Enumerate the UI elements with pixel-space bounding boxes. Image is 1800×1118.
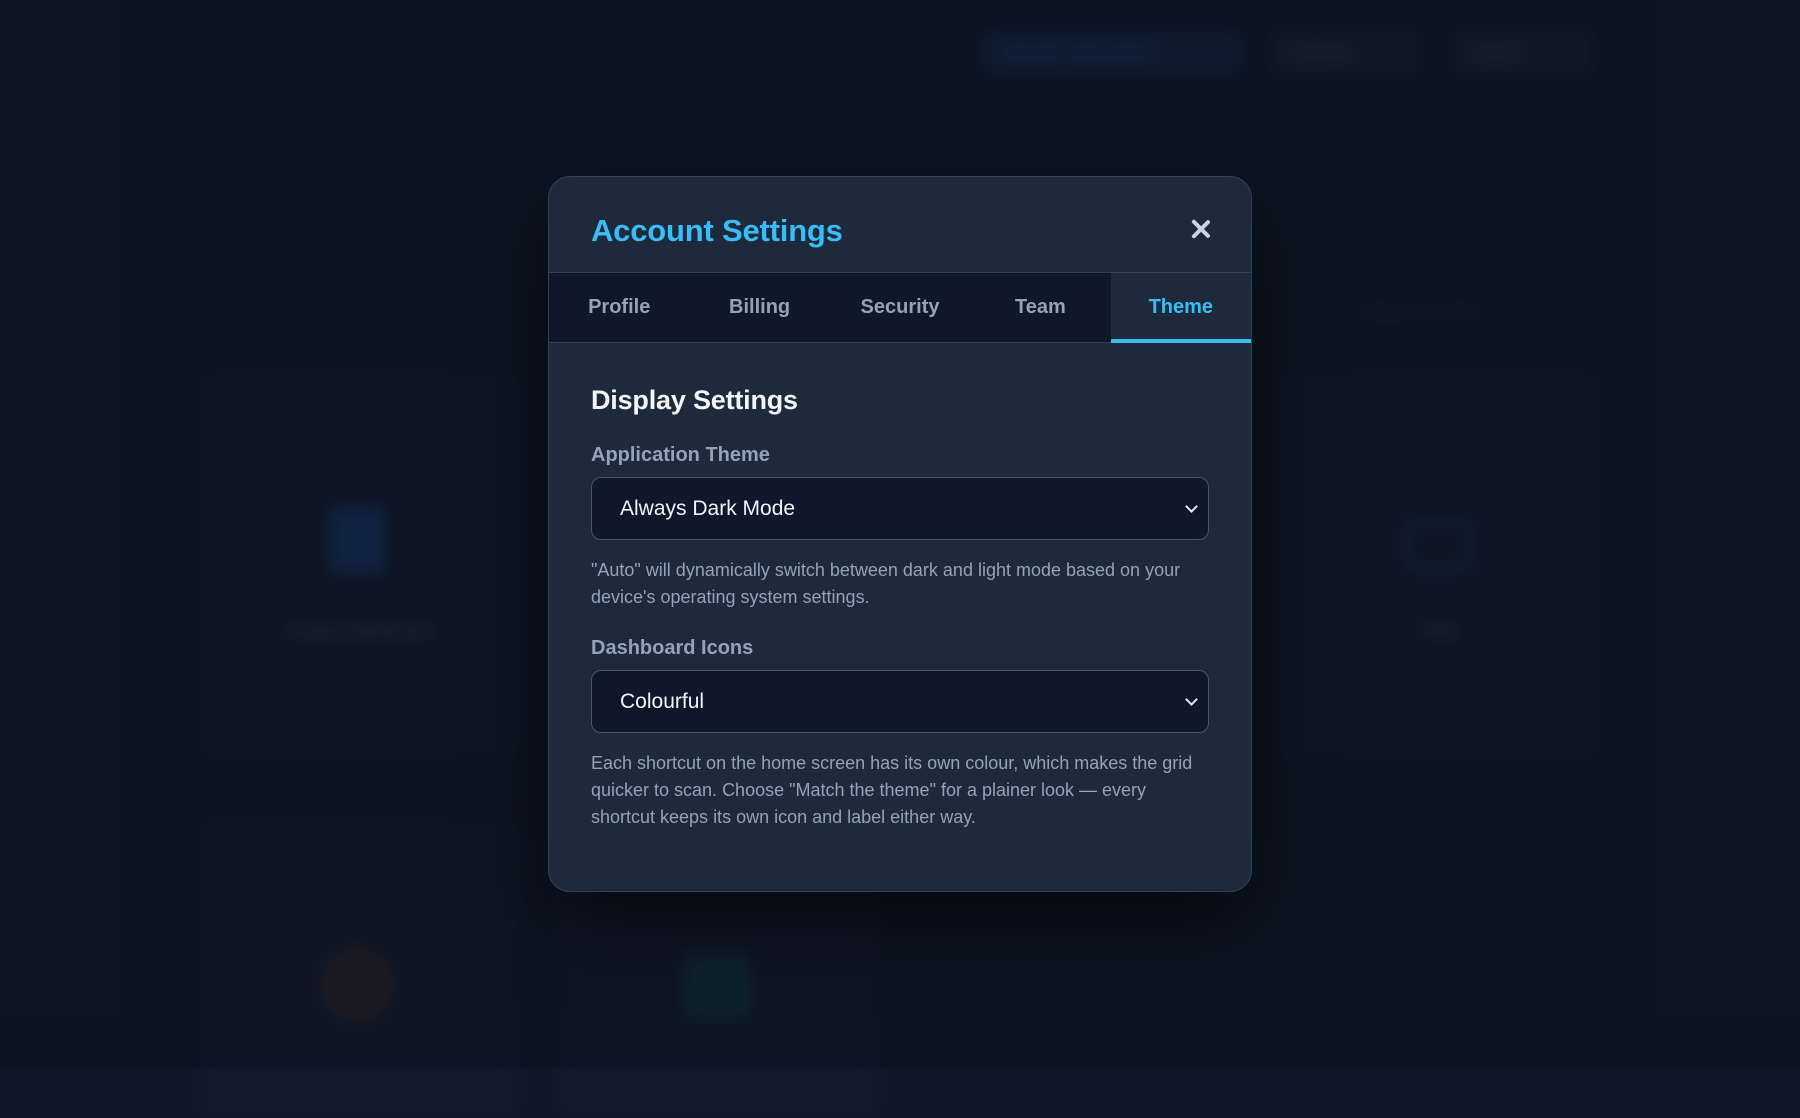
tab-billing[interactable]: Billing [689,273,829,342]
application-theme-value: Always Dark Mode [620,496,796,520]
settings-tabs: Profile Billing Security Team Theme [549,273,1251,343]
tab-team[interactable]: Team [970,273,1110,342]
section-title: Display Settings [591,385,798,415]
dashboard-icons-label: Dashboard Icons [591,637,754,659]
account-settings-dialog: Account Settings Profile Billing Securit… [548,176,1252,892]
tab-security[interactable]: Security [830,273,970,342]
dashboard-icons-select[interactable]: Colourful [591,670,1209,733]
dashboard-icons-help: Each shortcut on the home screen has its… [591,753,1193,827]
dialog-title: Account Settings [591,213,843,248]
dashboard-icons-value: Colourful [620,689,705,713]
application-theme-help: "Auto" will dynamically switch between d… [591,560,1181,607]
close-icon[interactable] [1187,215,1215,243]
application-theme-label: Application Theme [591,444,770,466]
dialog-header: Account Settings [549,177,1251,273]
chevron-down-icon [1185,500,1198,513]
chevron-down-icon [1185,693,1198,706]
dialog-body: Display Settings Application Theme Alway… [549,343,1251,831]
tab-profile[interactable]: Profile [549,273,689,342]
tab-theme[interactable]: Theme [1110,273,1251,343]
application-theme-select[interactable]: Always Dark Mode [591,477,1209,540]
